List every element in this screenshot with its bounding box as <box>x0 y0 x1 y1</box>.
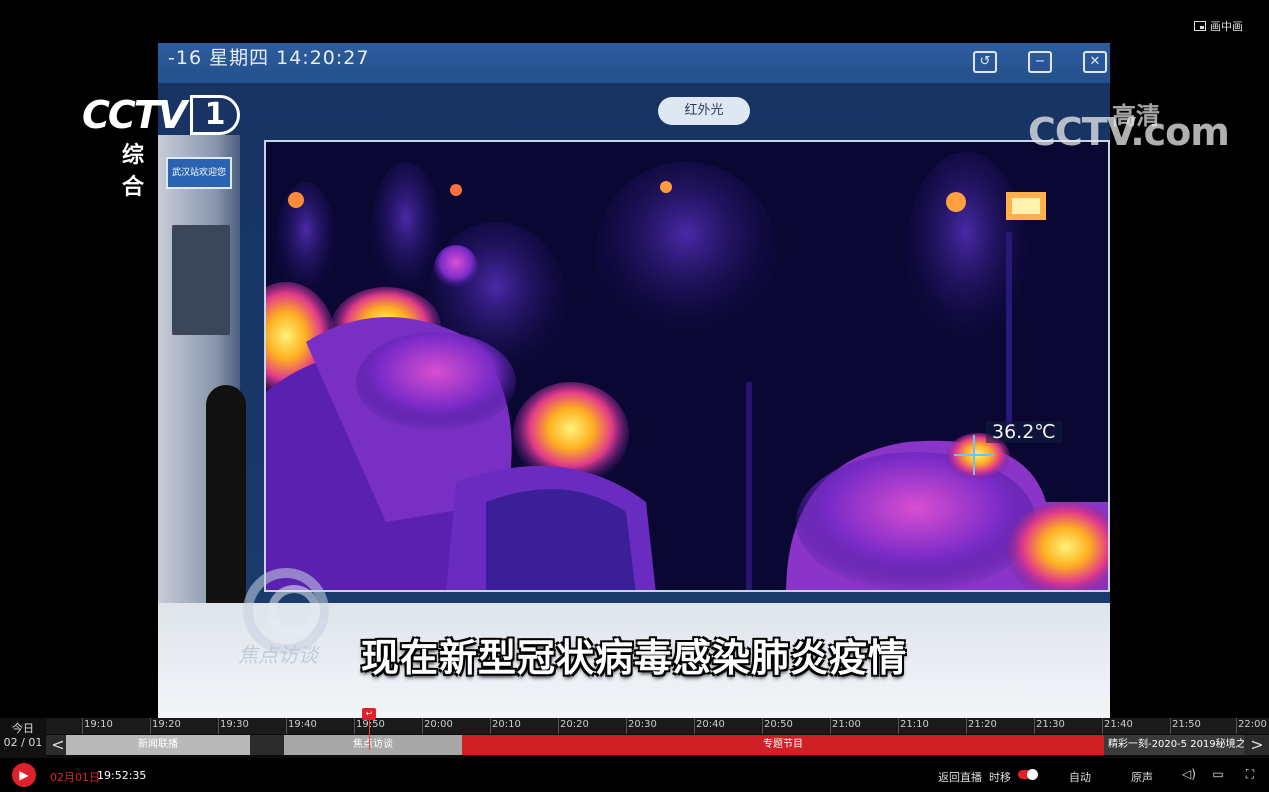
channel-name: 综合 <box>122 143 175 200</box>
segment-special[interactable]: 专题节目 <box>462 735 1104 755</box>
thermal-camera-view <box>264 140 1110 592</box>
video-subtitle: 现在新型冠状病毒感染肺炎疫情 <box>360 636 907 680</box>
date-value: 02 / 01 <box>3 736 43 749</box>
player-controls: ▶ 02月01日 19:52:35 返回直播 时移 自动 原声 ◁) ▭ ⛶ <box>0 758 1269 792</box>
date-today-label: 今日 <box>12 722 34 735</box>
picture-in-picture-button[interactable]: 画中画 <box>1194 18 1243 34</box>
cctv1-logo: CCTV 1 综合 <box>82 93 240 200</box>
channel-number: 1 <box>190 95 240 135</box>
monitor-refresh-icon: ↺ <box>973 51 997 73</box>
pip-label: 画中画 <box>1210 20 1243 33</box>
playhead-return-icon: ↩ <box>362 708 376 720</box>
time-tick: 19:20 <box>150 718 181 734</box>
monitor-close-icon: ✕ <box>1083 51 1107 73</box>
temperature-readout: 36.2℃ <box>986 421 1062 443</box>
quality-selector[interactable]: 自动 <box>1069 769 1091 785</box>
time-tick: 21:20 <box>966 718 997 734</box>
timeline-next-button[interactable]: > <box>1247 735 1267 755</box>
thermal-image <box>266 142 1108 590</box>
cctv-logo-word: CCTV <box>82 93 187 137</box>
playhead-line <box>369 720 370 750</box>
window-mode-icon[interactable]: ▭ <box>1211 767 1225 781</box>
time-tick: 20:30 <box>626 718 657 734</box>
time-tick: 21:10 <box>898 718 929 734</box>
timeline-prev-button[interactable]: < <box>48 735 68 755</box>
time-tick: 20:50 <box>762 718 793 734</box>
monitor-titlebar: -16 星期四 14:20:27 ↺ − ✕ <box>158 43 1110 83</box>
time-tick: 19:10 <box>82 718 113 734</box>
infrared-mode-label: 红外光 <box>658 97 750 125</box>
monitor-clock: -16 星期四 14:20:27 <box>168 47 370 69</box>
segment-news[interactable]: 新闻联播 <box>66 735 250 755</box>
fullscreen-icon[interactable]: ⛶ <box>1243 767 1257 781</box>
timeline-playhead[interactable]: ↩ <box>362 708 378 758</box>
back-to-live-button[interactable]: 返回直播 <box>938 769 982 785</box>
time-tick: 21:00 <box>830 718 861 734</box>
time-tick: 21:30 <box>1034 718 1065 734</box>
time-tick: 19:40 <box>286 718 317 734</box>
time-tick: 21:40 <box>1102 718 1133 734</box>
current-time: 19:52:35 <box>97 769 147 782</box>
program-timeline[interactable]: 今日 02 / 01 19:10 19:20 19:30 19:40 19:50… <box>0 708 1269 758</box>
time-tick: 19:30 <box>218 718 249 734</box>
station-camera-view: 武汉站欢迎您 <box>158 135 246 605</box>
monitor-minimize-icon: − <box>1028 51 1052 73</box>
current-date: 02月01日 <box>50 771 100 784</box>
time-tick: 20:10 <box>490 718 521 734</box>
picture-in-picture-icon <box>1194 21 1206 31</box>
time-tick: 22:00 <box>1236 718 1267 734</box>
time-ruler[interactable]: 19:10 19:20 19:30 19:40 19:50 20:00 20:1… <box>46 718 1269 734</box>
time-tick: 20:40 <box>694 718 725 734</box>
date-selector[interactable]: 今日 02 / 01 <box>0 718 46 758</box>
time-tick: 20:20 <box>558 718 589 734</box>
volume-icon[interactable]: ◁) <box>1182 767 1196 781</box>
time-tick: 21:50 <box>1170 718 1201 734</box>
audio-track-selector[interactable]: 原声 <box>1131 769 1153 785</box>
timeshift-toggle[interactable] <box>1018 769 1038 780</box>
play-icon[interactable]: ▶ <box>12 763 36 787</box>
video-frame[interactable]: -16 星期四 14:20:27 ↺ − ✕ 红外光 武汉站欢迎您 36.2℃ … <box>158 43 1110 720</box>
timeshift-label: 时移 <box>989 771 1011 784</box>
program-segments: 新闻联播 焦点访谈 专题节目 精彩一刻-2020-5 2019秘境之 <box>46 735 1269 755</box>
segment-highlight[interactable]: 精彩一刻-2020-5 2019秘境之 <box>1104 735 1244 755</box>
hd-badge: 高清 <box>1112 102 1160 130</box>
time-tick: 20:00 <box>422 718 453 734</box>
kiosk-shape <box>172 225 230 335</box>
